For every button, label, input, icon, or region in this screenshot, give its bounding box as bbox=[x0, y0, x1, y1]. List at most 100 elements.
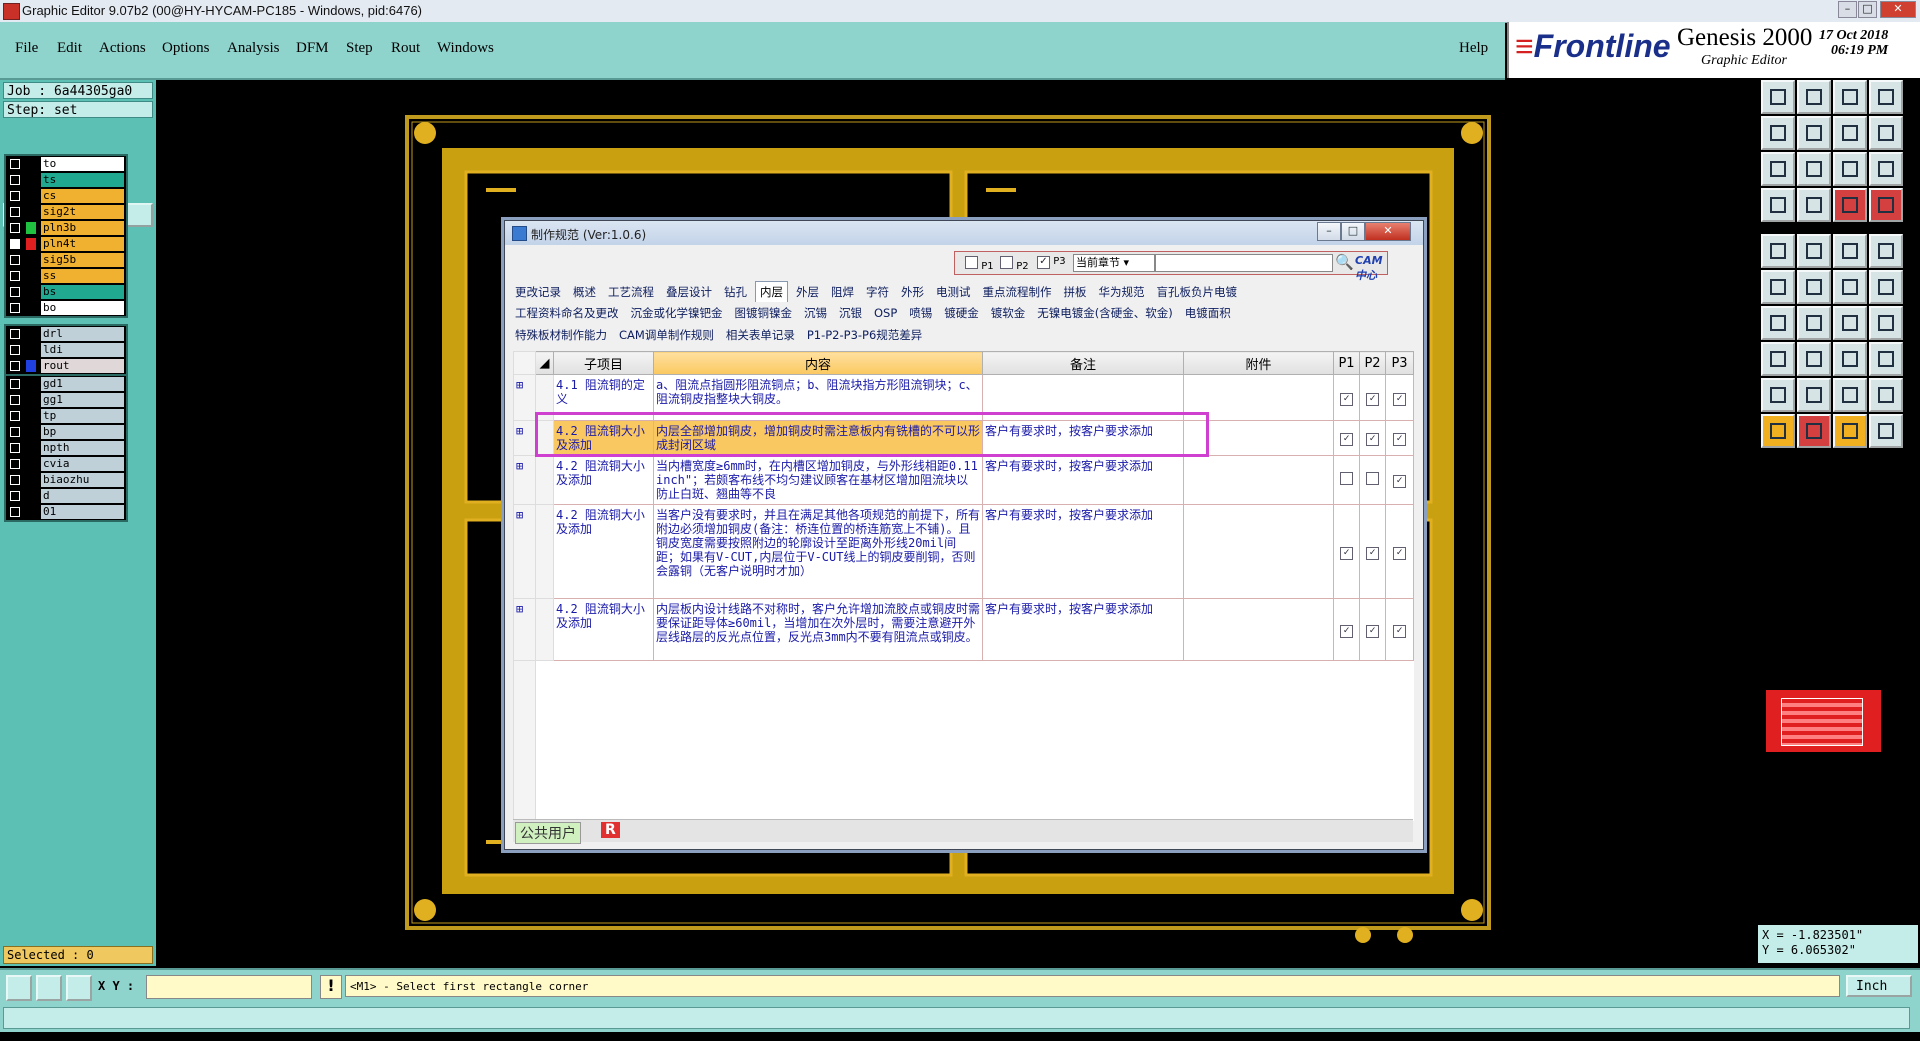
layer-name[interactable]: sig2t bbox=[41, 205, 124, 219]
pad-icon[interactable] bbox=[1869, 234, 1903, 268]
tab-item[interactable]: 镀硬金 bbox=[940, 303, 983, 323]
menu-rout[interactable]: Rout bbox=[391, 40, 420, 57]
cell-p1[interactable] bbox=[1333, 455, 1360, 505]
col-note[interactable]: 备注 bbox=[982, 351, 1184, 375]
profile-icon[interactable] bbox=[1797, 188, 1831, 222]
layer-row-pln4t[interactable]: pln4t bbox=[6, 236, 126, 252]
cell-p2[interactable]: ✓ bbox=[1359, 420, 1386, 456]
layer-checkbox[interactable] bbox=[10, 379, 20, 389]
menu-step[interactable]: Step bbox=[346, 40, 373, 57]
search-input[interactable] bbox=[1155, 254, 1333, 272]
layer-name[interactable]: 01 bbox=[41, 505, 124, 519]
tab-item[interactable]: 外形 bbox=[897, 282, 928, 302]
scope-dropdown[interactable]: 当前章节 ▾ bbox=[1073, 254, 1155, 272]
copy-icon[interactable] bbox=[1869, 342, 1903, 376]
dialog-close-button[interactable]: ✕ bbox=[1365, 222, 1411, 241]
layer-row-bs[interactable]: bs bbox=[6, 284, 126, 300]
layer-name[interactable]: bs bbox=[41, 285, 124, 299]
text-a2-icon[interactable] bbox=[1833, 378, 1867, 412]
menu-analysis[interactable]: Analysis bbox=[227, 40, 280, 57]
layer-name[interactable]: ts bbox=[41, 173, 124, 187]
layers-icon[interactable] bbox=[1869, 80, 1903, 114]
cell-p1[interactable]: ✓ bbox=[1333, 504, 1360, 599]
pan-icon[interactable] bbox=[1761, 152, 1795, 186]
layer-color-swatch[interactable] bbox=[26, 158, 36, 170]
tab-item[interactable]: 字符 bbox=[862, 282, 893, 302]
layer-color-swatch[interactable] bbox=[26, 254, 36, 266]
layer-name[interactable]: ss bbox=[41, 269, 124, 283]
tab-item[interactable]: 特殊板材制作能力 bbox=[511, 325, 611, 345]
layer-row-cvia[interactable]: cvia bbox=[6, 456, 126, 472]
layer-color-swatch[interactable] bbox=[26, 410, 36, 422]
layer-row-bo[interactable]: bo bbox=[6, 300, 126, 316]
layer-name[interactable]: d bbox=[41, 489, 124, 503]
drill-icon[interactable] bbox=[1869, 188, 1903, 222]
layer-name[interactable]: pln4t bbox=[41, 237, 124, 251]
layer-name[interactable]: npth bbox=[41, 441, 124, 455]
layer-checkbox[interactable] bbox=[10, 271, 20, 281]
tab-item[interactable]: 沉银 bbox=[835, 303, 866, 323]
tab-item[interactable]: 工艺流程 bbox=[604, 282, 658, 302]
layer-checkbox[interactable] bbox=[10, 427, 20, 437]
menu-file[interactable]: File bbox=[15, 40, 38, 57]
move-right-icon[interactable] bbox=[1797, 116, 1831, 150]
cell-p1[interactable]: ✓ bbox=[1333, 374, 1360, 421]
col-attach[interactable]: 附件 bbox=[1183, 351, 1334, 375]
layer-row-gd1[interactable]: gd1 bbox=[6, 376, 126, 392]
layer-color-swatch[interactable] bbox=[26, 222, 36, 234]
menu-dfm[interactable]: DFM bbox=[296, 40, 329, 57]
ruler-icon[interactable] bbox=[1833, 234, 1867, 268]
layer-name[interactable]: cvia bbox=[41, 457, 124, 471]
layer-color-swatch[interactable] bbox=[26, 360, 36, 372]
measure-icon[interactable] bbox=[1761, 188, 1795, 222]
layer-color-swatch[interactable] bbox=[26, 394, 36, 406]
layer-color-swatch[interactable] bbox=[26, 328, 36, 340]
expand-icon[interactable]: ⊞ bbox=[513, 455, 536, 505]
dialog-minimize-button[interactable]: – bbox=[1317, 222, 1341, 241]
slant-icon[interactable] bbox=[1797, 306, 1831, 340]
layer-row-sig2t[interactable]: sig2t bbox=[6, 204, 126, 220]
layer-row-cs[interactable]: cs bbox=[6, 188, 126, 204]
line-icon[interactable] bbox=[1761, 306, 1795, 340]
cell-p2[interactable] bbox=[1359, 455, 1386, 505]
layer-name[interactable]: cs bbox=[41, 189, 124, 203]
tab-item[interactable]: 喷锡 bbox=[905, 303, 936, 323]
row-selector[interactable] bbox=[535, 504, 554, 599]
close-button[interactable]: ✕ bbox=[1880, 1, 1916, 18]
layer-checkbox[interactable] bbox=[10, 329, 20, 339]
col-content[interactable]: 内容 bbox=[653, 351, 983, 375]
cell-p2[interactable]: ✓ bbox=[1359, 374, 1386, 421]
cell-p2[interactable]: ✓ bbox=[1359, 598, 1386, 661]
layer-checkbox[interactable] bbox=[10, 345, 20, 355]
layer-row-biaozhu[interactable]: biaozhu bbox=[6, 472, 126, 488]
tab-item[interactable]: 无镍电镀金(含硬金、软金) bbox=[1033, 303, 1176, 323]
layer-checkbox[interactable] bbox=[10, 507, 20, 517]
pointer-multi-icon[interactable] bbox=[1869, 414, 1903, 448]
net-icon[interactable] bbox=[1833, 188, 1867, 222]
table-row[interactable]: ⊞ 4.2 阻流铜大小及添加 当客户没有要求时，并且在满足其他各项规范的前提下，… bbox=[513, 504, 1414, 599]
tab-item[interactable]: 更改记录 bbox=[511, 282, 565, 302]
tab-item[interactable]: 盲孔板负片电镀 bbox=[1153, 282, 1242, 302]
tab-item[interactable]: 电镀面积 bbox=[1181, 303, 1235, 323]
tab-item[interactable]: 镀软金 bbox=[987, 303, 1030, 323]
layer-color-swatch[interactable] bbox=[26, 458, 36, 470]
tab-item[interactable]: 图镀铜镍金 bbox=[731, 303, 797, 323]
triangle-icon[interactable] bbox=[1761, 378, 1795, 412]
range-icon[interactable] bbox=[1833, 342, 1867, 376]
menu-options[interactable]: Options bbox=[162, 40, 210, 57]
filter-p1[interactable]: P1 bbox=[965, 256, 994, 272]
layer-color-swatch[interactable] bbox=[26, 490, 36, 502]
layer-color-swatch[interactable] bbox=[26, 426, 36, 438]
layer-name[interactable]: rout bbox=[41, 359, 124, 373]
tab-item[interactable]: 工程资料命名及更改 bbox=[511, 303, 623, 323]
mini-preview[interactable] bbox=[1766, 690, 1881, 752]
layer-checkbox[interactable] bbox=[10, 443, 20, 453]
layer-checkbox[interactable] bbox=[10, 395, 20, 405]
layer-row-rout[interactable]: rout bbox=[6, 358, 126, 374]
layer-checkbox[interactable] bbox=[10, 255, 20, 265]
layer-checkbox[interactable] bbox=[10, 207, 20, 217]
select-all-header[interactable]: ◢ bbox=[535, 351, 554, 375]
layer-color-swatch[interactable] bbox=[26, 344, 36, 356]
layer-checkbox[interactable] bbox=[10, 303, 20, 313]
layer-checkbox[interactable] bbox=[10, 491, 20, 501]
